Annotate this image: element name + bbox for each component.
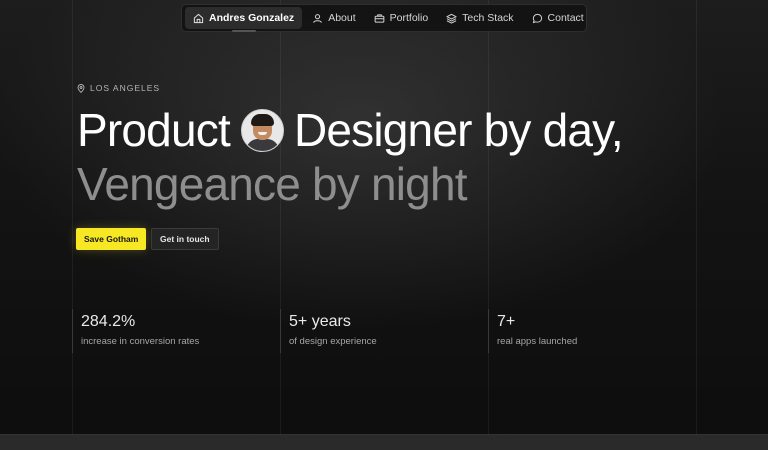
stat-value: 7+ xyxy=(497,313,516,330)
layers-icon xyxy=(446,13,457,24)
grid-line xyxy=(280,0,281,450)
grid-line xyxy=(696,0,697,450)
top-nav: Andres Gonzalez About Portfolio Tech Sta… xyxy=(181,4,587,32)
nav-item-about[interactable]: About xyxy=(304,7,363,29)
nav-item-portfolio[interactable]: Portfolio xyxy=(366,7,437,29)
location-label: LOS ANGELES xyxy=(90,83,161,93)
headline-line-2: Vengeance by night xyxy=(77,158,468,210)
user-icon xyxy=(313,13,323,23)
map-pin-icon xyxy=(77,83,85,93)
briefcase-icon xyxy=(374,13,384,23)
stat-value: 284.2% xyxy=(81,313,136,330)
nav-item-label: Contact xyxy=(547,12,584,24)
stat-label: real apps launched xyxy=(497,336,578,347)
save-gotham-button[interactable]: Save Gotham xyxy=(76,228,147,250)
nav-item-tech-stack[interactable]: Tech Stack xyxy=(438,7,521,29)
stat-label: increase in conversion rates xyxy=(81,336,200,347)
nav-item-contact[interactable]: Contact xyxy=(524,7,592,29)
headline-line-1: Product Designer by day, xyxy=(77,103,624,157)
nav-item-label: Tech Stack xyxy=(462,12,514,24)
grid-line xyxy=(72,0,73,450)
footer-strip xyxy=(0,434,768,450)
nav-item-label: About xyxy=(328,12,356,24)
stat-value: 5+ years xyxy=(289,313,351,330)
stat-experience: 5+ years of design experience xyxy=(280,309,377,353)
chat-bubble-icon xyxy=(532,13,542,23)
grid-line xyxy=(488,0,489,450)
hero-headline: Product Designer by day, Vengeance by ni… xyxy=(77,103,624,211)
location-tag: LOS ANGELES xyxy=(77,83,160,93)
avatar xyxy=(240,108,284,152)
headline-word-product: Product xyxy=(77,104,231,156)
nav-item-label: Portfolio xyxy=(389,12,429,24)
stat-label: of design experience xyxy=(289,336,377,347)
stat-conversion: 284.2% increase in conversion rates xyxy=(72,309,199,353)
page: Andres Gonzalez About Portfolio Tech Sta… xyxy=(0,0,768,450)
home-icon xyxy=(193,13,204,23)
stat-apps: 7+ real apps launched xyxy=(488,309,577,353)
nav-item-label: Andres Gonzalez xyxy=(209,12,295,24)
nav-item-home[interactable]: Andres Gonzalez xyxy=(185,7,303,32)
get-in-touch-button[interactable]: Get in touch xyxy=(151,228,219,250)
headline-designer-by-day: Designer by day, xyxy=(293,104,624,156)
